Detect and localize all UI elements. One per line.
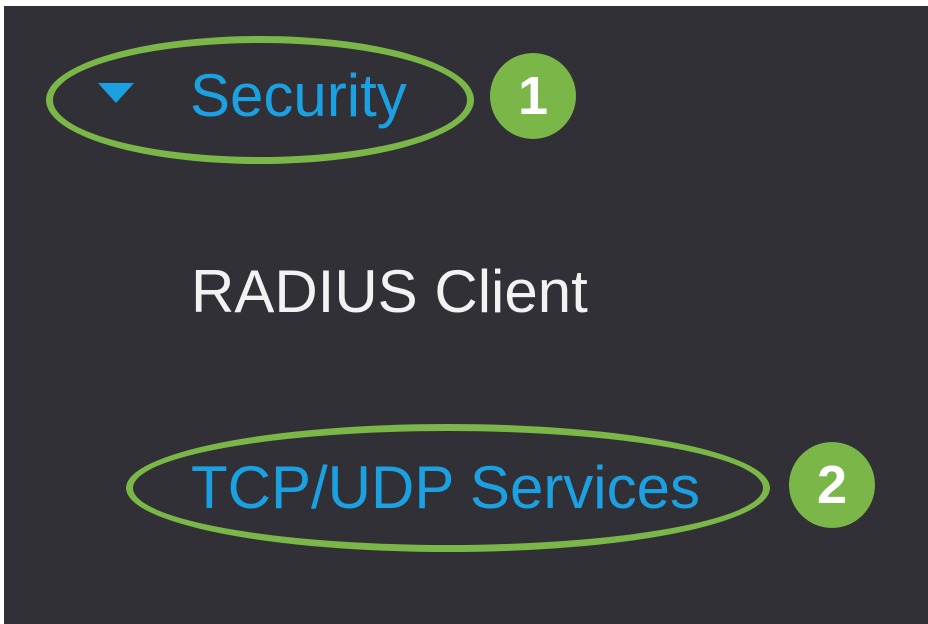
step-badge-1: 1 <box>490 53 576 139</box>
nav-item-radius-client[interactable]: RADIUS Client <box>191 256 588 328</box>
caret-down-icon[interactable] <box>98 83 134 103</box>
step-badge-2: 2 <box>789 442 875 528</box>
nav-item-tcp-udp-services[interactable]: TCP/UDP Services <box>191 452 700 524</box>
sidebar-nav-panel: Security RADIUS Client TCP/UDP Services … <box>4 6 928 624</box>
nav-section-security-label: Security <box>190 62 407 129</box>
